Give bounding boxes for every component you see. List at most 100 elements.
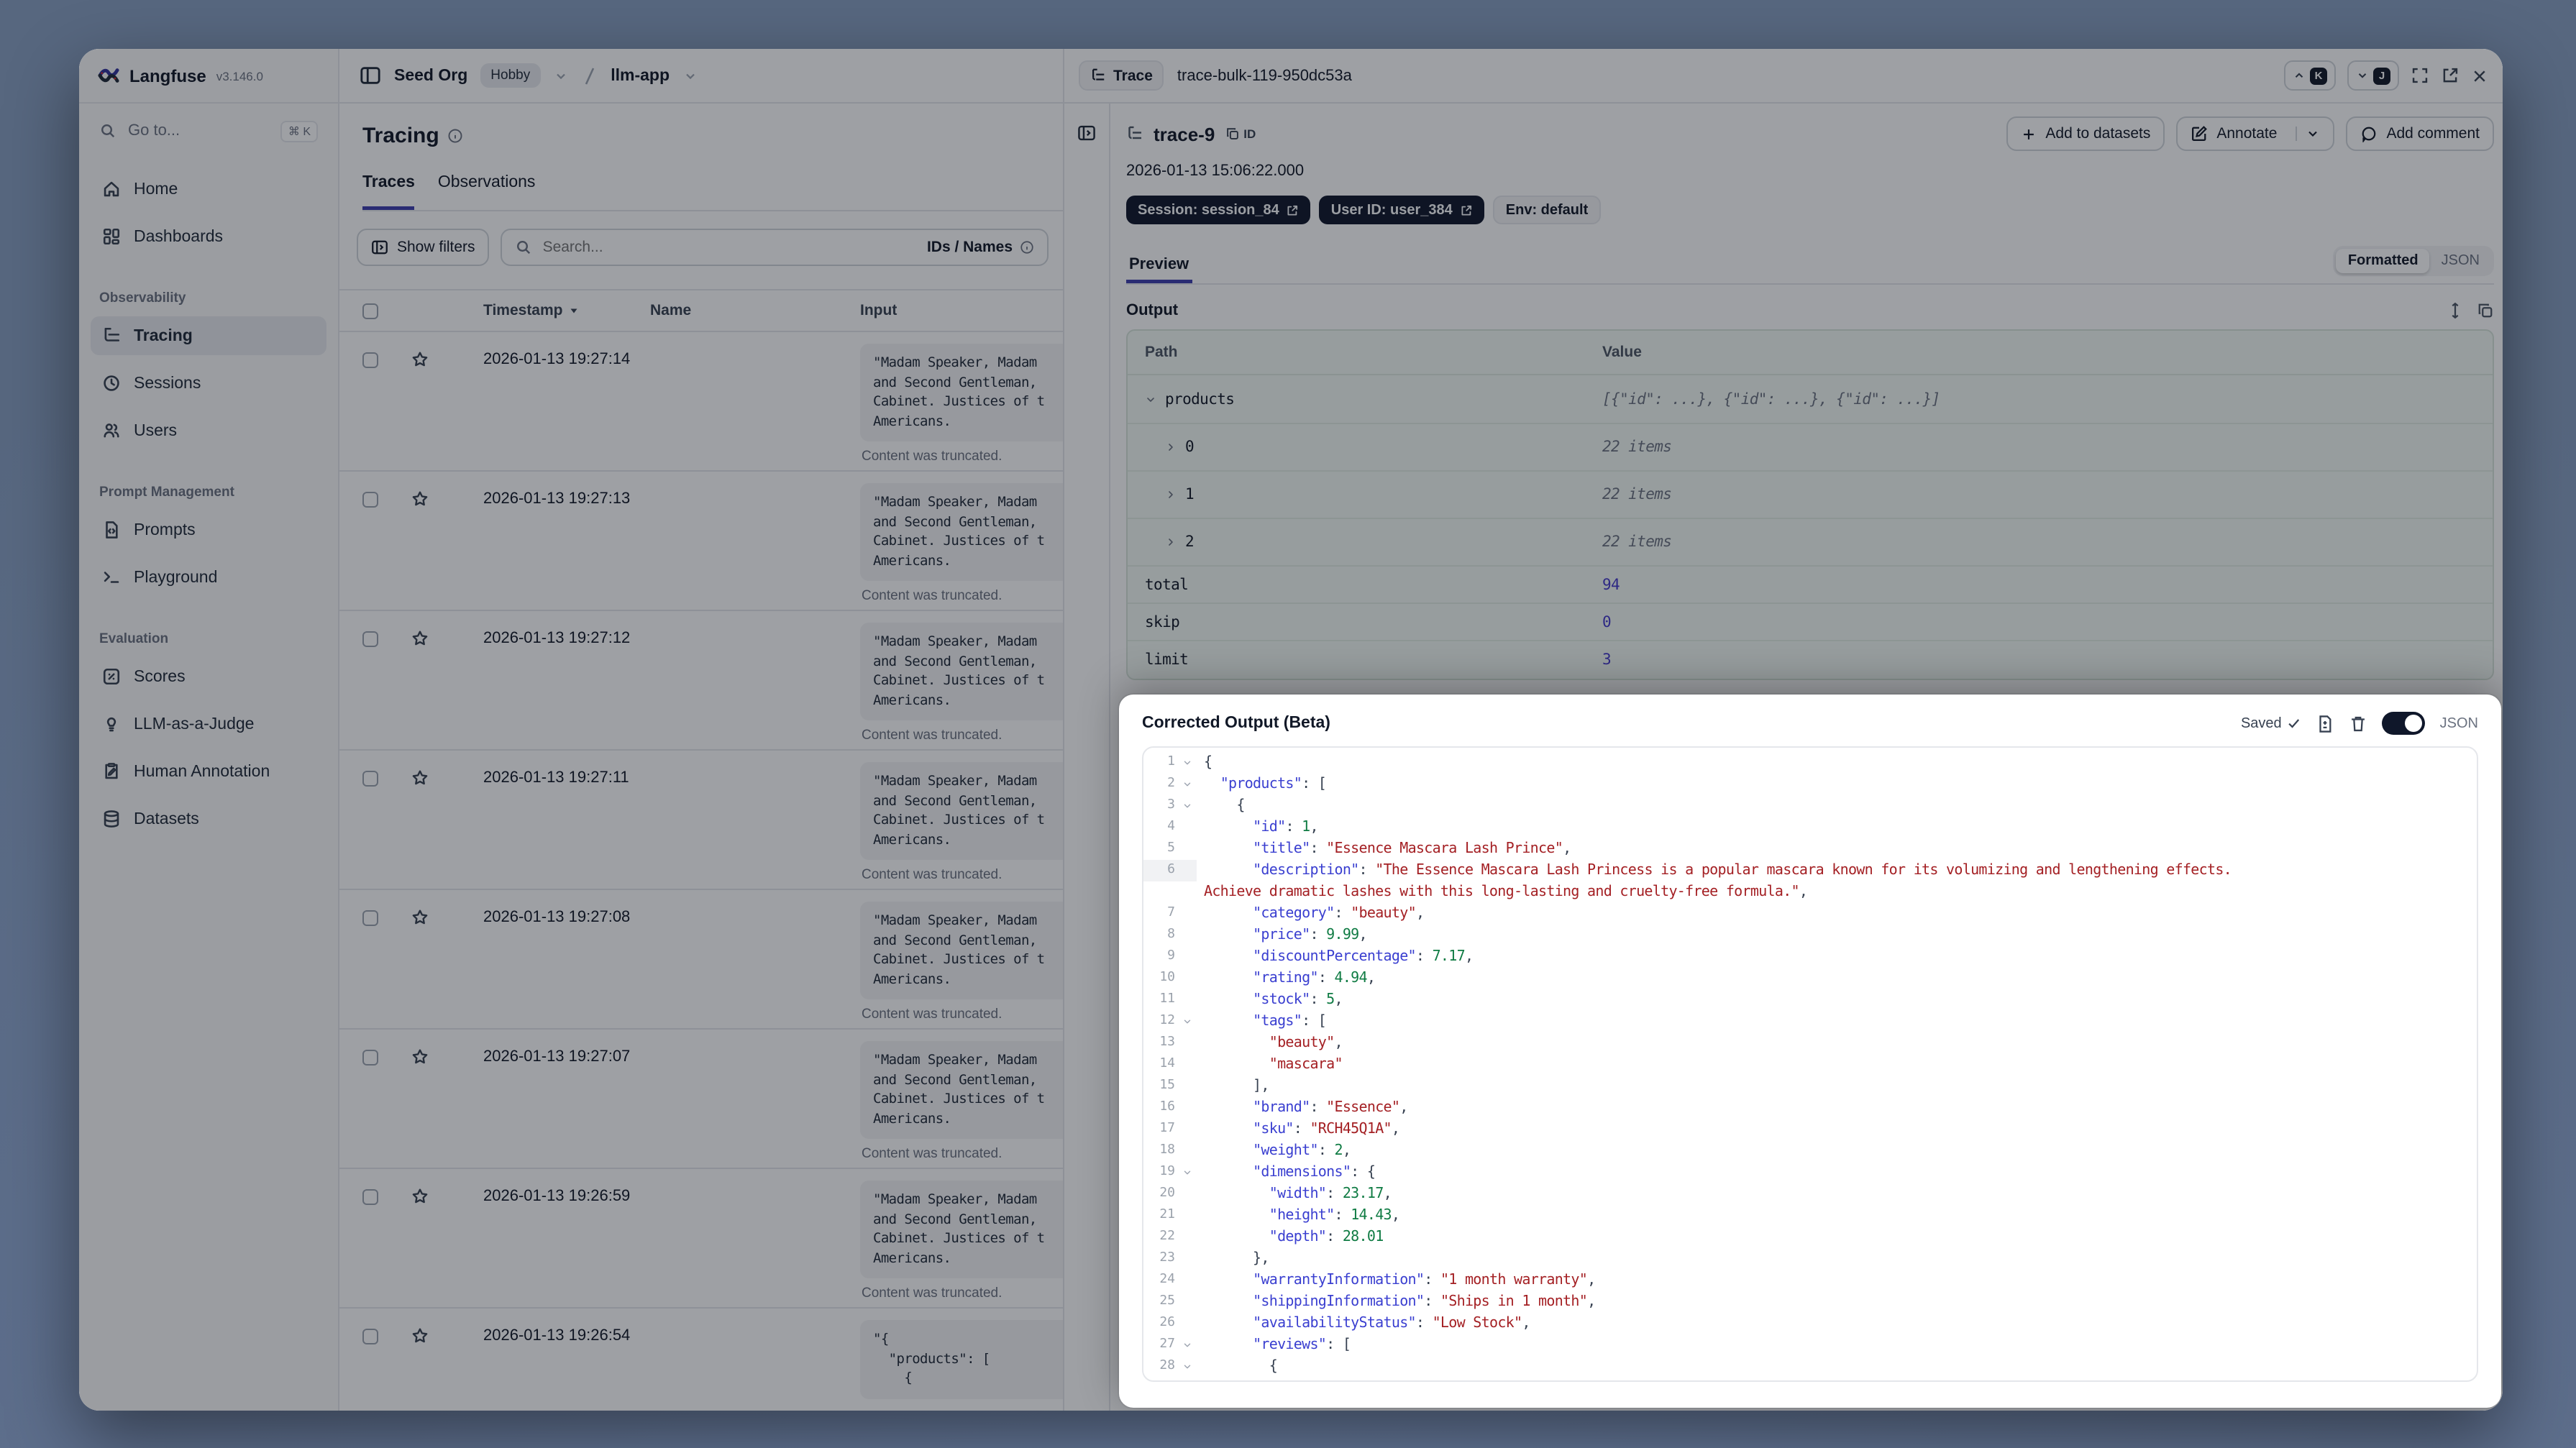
- file-diff-icon[interactable]: [2316, 714, 2335, 733]
- line-number: 26: [1159, 1316, 1175, 1330]
- token-k: "rating": [1253, 971, 1318, 986]
- token-p: : [: [1302, 1014, 1327, 1030]
- fold-chevron-icon[interactable]: [1178, 774, 1197, 795]
- code-text: "category": "beauty",: [1197, 903, 1425, 925]
- token-s: "Low Stock": [1432, 1316, 1522, 1332]
- fold-chevron-icon[interactable]: [1178, 1334, 1197, 1356]
- fold-chevron-icon[interactable]: [1178, 1356, 1197, 1378]
- code-text: },: [1197, 1248, 1269, 1270]
- line-number: 4: [1167, 820, 1175, 834]
- token-k: "width": [1269, 1186, 1327, 1202]
- line-number: 1: [1167, 755, 1175, 769]
- code-line: 1{: [1143, 752, 2477, 774]
- code-text: {: [1197, 752, 1212, 774]
- token-k: "tags": [1253, 1014, 1302, 1030]
- fold-chevron-icon[interactable]: [1178, 1162, 1197, 1183]
- line-number: [1143, 881, 1178, 903]
- code-text: "shippingInformation": "Ships in 1 month…: [1197, 1291, 1596, 1313]
- token-k: "height": [1269, 1208, 1335, 1224]
- token-p: :: [1415, 1316, 1433, 1332]
- token-p: {: [1204, 1359, 1278, 1375]
- line-number: 15: [1159, 1078, 1175, 1093]
- token-p: ],: [1204, 1078, 1269, 1094]
- app-window: Langfuse v3.146.0 Go to... ⌘ K Home Dashb…: [79, 49, 2503, 1411]
- json-toggle[interactable]: [2382, 712, 2426, 735]
- token-s: "beauty": [1269, 1035, 1335, 1051]
- token-n: 23.17: [1342, 1186, 1384, 1202]
- line-number: 13: [1159, 1035, 1175, 1050]
- token-p: [1204, 863, 1253, 879]
- code-text: "id": 1,: [1197, 817, 1318, 838]
- code-line: 4 "id": 1,: [1143, 817, 2477, 838]
- screen: Langfuse v3.146.0 Go to... ⌘ K Home Dashb…: [0, 0, 2576, 1448]
- line-number: 21: [1159, 1208, 1175, 1222]
- line-number: 28: [1159, 1359, 1175, 1373]
- code-text: "discountPercentage": 7.17,: [1197, 946, 1474, 968]
- token-p: : [: [1326, 1337, 1351, 1353]
- fold-gutter: [1178, 1097, 1197, 1119]
- token-k: "stock": [1253, 992, 1310, 1008]
- line-number: 16: [1159, 1100, 1175, 1114]
- code-text: "brand": "Essence",: [1197, 1097, 1408, 1119]
- token-p: [1204, 992, 1253, 1008]
- token-p: ,: [1415, 906, 1425, 922]
- json-editor[interactable]: 1{2 "products": [3 {4 "id": 1, 5 "title":…: [1142, 746, 2478, 1382]
- code-text: "rating": 4.94,: [1197, 968, 1376, 989]
- code-text: "warrantyInformation": "1 month warranty…: [1197, 1270, 1596, 1291]
- token-p: [1204, 1057, 1269, 1073]
- line-number: 2: [1167, 776, 1175, 791]
- token-n: 28.01: [1342, 1229, 1384, 1245]
- line-number: 8: [1167, 927, 1175, 942]
- token-p: :: [1317, 971, 1335, 986]
- fold-chevron-icon[interactable]: [1178, 752, 1197, 774]
- token-p: {: [1204, 798, 1245, 814]
- token-p: [1204, 1143, 1253, 1159]
- token-k: "id": [1253, 820, 1286, 835]
- code-text: "height": 14.43,: [1197, 1205, 1400, 1227]
- fold-gutter: [1178, 1270, 1197, 1291]
- code-text: "depth": 28.01: [1197, 1227, 1384, 1248]
- code-line: Achieve dramatic lashes with this long-l…: [1143, 881, 2477, 903]
- fold-gutter: [1178, 817, 1197, 838]
- code-line: 14 "mascara": [1143, 1054, 2477, 1076]
- fold-chevron-icon[interactable]: [1178, 1011, 1197, 1032]
- token-p: [1204, 1165, 1253, 1181]
- fold-gutter: [1178, 946, 1197, 968]
- token-p: [1204, 927, 1253, 943]
- token-p: :: [1358, 863, 1376, 879]
- code-text: "price": 9.99,: [1197, 925, 1367, 946]
- token-k: "availabilityStatus": [1253, 1316, 1417, 1332]
- trash-icon[interactable]: [2349, 714, 2368, 733]
- code-line: 19 "dimensions": {: [1143, 1162, 2477, 1183]
- fold-gutter: [1178, 838, 1197, 860]
- code-line: 13 "beauty",: [1143, 1032, 2477, 1054]
- code-text: "reviews": [: [1197, 1334, 1351, 1356]
- fold-chevron-icon[interactable]: [1178, 795, 1197, 817]
- token-p: ,: [1334, 1035, 1343, 1051]
- code-line: 9 "discountPercentage": 7.17,: [1143, 946, 2477, 968]
- code-text: "availabilityStatus": "Low Stock",: [1197, 1313, 1530, 1334]
- token-p: [1204, 1229, 1269, 1245]
- code-line: 6 "description": "The Essence Mascara La…: [1143, 860, 2477, 881]
- line-number: 18: [1159, 1143, 1175, 1158]
- code-line: 12 "tags": [: [1143, 1011, 2477, 1032]
- code-line: 23 },: [1143, 1248, 2477, 1270]
- code-line: 3 {: [1143, 795, 2477, 817]
- token-k: "discountPercentage": [1253, 949, 1417, 965]
- token-k: "weight": [1253, 1143, 1318, 1159]
- token-p: {: [1204, 755, 1212, 771]
- fold-gutter: [1178, 860, 1197, 881]
- fold-gutter: [1178, 881, 1197, 903]
- line-number: 19: [1159, 1165, 1175, 1179]
- token-p: [1204, 841, 1253, 857]
- code-text: "tags": [: [1197, 1011, 1327, 1032]
- token-p: ,: [1464, 949, 1474, 965]
- token-s: "Ships in 1 month": [1440, 1294, 1588, 1310]
- token-p: [1204, 1208, 1269, 1224]
- token-p: ,: [1799, 884, 1808, 900]
- token-k: "sku": [1253, 1122, 1294, 1137]
- token-n: 5: [1326, 992, 1335, 1008]
- code-line: 5 "title": "Essence Mascara Lash Prince"…: [1143, 838, 2477, 860]
- saved-status: Saved: [2241, 715, 2302, 731]
- line-number: 5: [1167, 841, 1175, 856]
